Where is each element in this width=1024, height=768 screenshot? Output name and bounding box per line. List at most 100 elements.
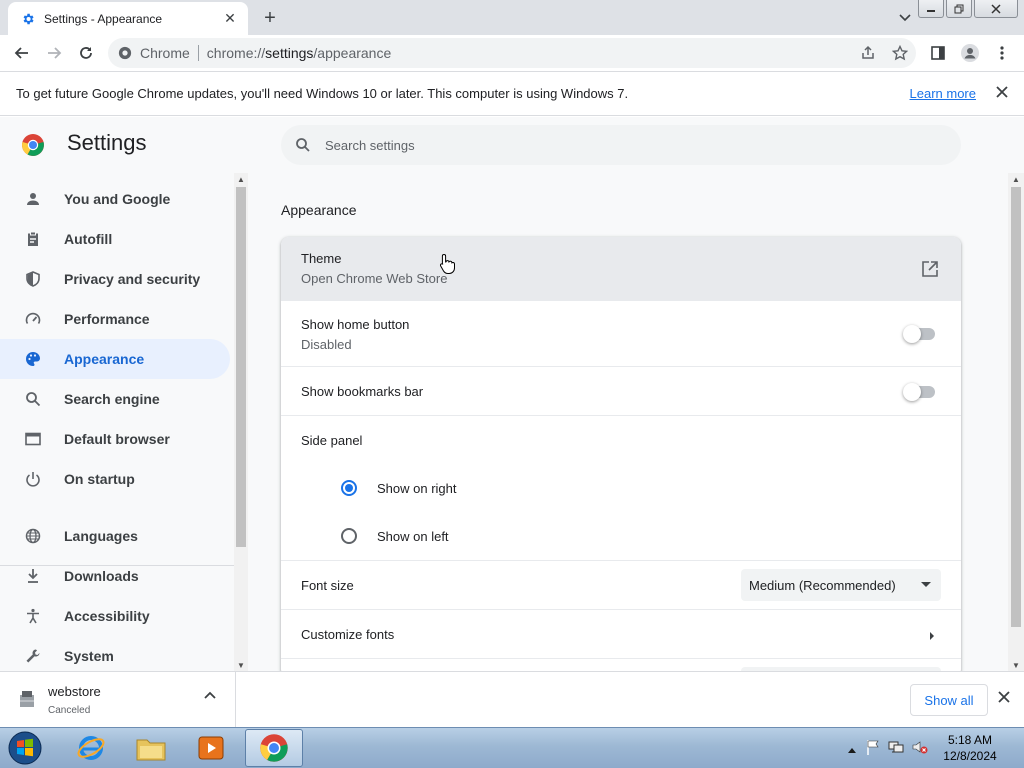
kebab-menu-icon[interactable] [986, 37, 1018, 69]
address-bar[interactable]: Chrome chrome://settings/appearance [108, 38, 916, 68]
show-hidden-icons-icon[interactable] [848, 741, 856, 756]
download-status: Canceled [48, 705, 91, 716]
font-size-row: Font size Medium (Recommended) [281, 561, 961, 610]
url-host: settings [265, 45, 314, 61]
search-input[interactable]: Search settings [281, 125, 961, 165]
file-explorer-icon[interactable] [122, 729, 180, 767]
settings-header: Settings Search settings [0, 117, 1024, 173]
taskbar-clock[interactable]: 5:18 AM 12/8/2024 [930, 732, 1010, 764]
media-player-icon[interactable] [182, 729, 240, 767]
window-controls [916, 0, 1018, 18]
download-filename: webstore [48, 684, 101, 699]
radio-show-on-right[interactable] [341, 480, 357, 496]
close-icon[interactable] [996, 85, 1008, 103]
omnibox-divider [197, 45, 199, 61]
chevron-down-icon[interactable] [893, 6, 917, 30]
site-chip-label: Chrome [140, 45, 190, 61]
tab-settings[interactable]: Settings - Appearance ✕ [8, 2, 248, 35]
network-icon[interactable] [888, 739, 904, 758]
radio-label[interactable]: Show on right [377, 481, 457, 496]
font-size-value: Medium (Recommended) [749, 577, 896, 593]
new-tab-button[interactable]: + [258, 6, 282, 30]
close-tab-icon[interactable]: ✕ [222, 10, 238, 27]
scroll-up-arrow[interactable]: ▲ [234, 173, 248, 185]
radio-show-on-left[interactable] [341, 528, 357, 544]
sidebar-item-search-engine[interactable]: Search engine [0, 379, 230, 419]
volume-muted-icon[interactable] [912, 739, 928, 758]
download-shelf: webstore Canceled Show all [0, 671, 1024, 727]
reload-button[interactable] [70, 37, 102, 69]
sidebar-item-label: Appearance [64, 351, 145, 367]
bookmarks-bar-row[interactable]: Show bookmarks bar [281, 367, 961, 416]
internet-explorer-icon[interactable] [62, 729, 120, 767]
share-icon[interactable] [852, 37, 884, 69]
scroll-down-arrow[interactable]: ▼ [234, 659, 248, 671]
bookmarks-bar-label: Show bookmarks bar [301, 384, 424, 399]
sidebar-item-performance[interactable]: Performance [0, 299, 230, 339]
update-infobar: To get future Google Chrome updates, you… [0, 71, 1024, 116]
open-in-new-icon[interactable] [921, 260, 939, 281]
minimize-button[interactable] [918, 0, 944, 18]
home-button-row[interactable]: Show home button Disabled [281, 301, 961, 367]
action-center-flag-icon[interactable] [866, 739, 880, 758]
font-size-select[interactable]: Medium (Recommended) [741, 569, 941, 601]
scrollbar-thumb[interactable] [236, 187, 246, 547]
sidebar-item-downloads[interactable]: Downloads [0, 556, 230, 596]
profile-avatar-icon[interactable] [954, 37, 986, 69]
start-button[interactable] [4, 729, 46, 767]
bookmark-star-icon[interactable] [884, 37, 916, 69]
next-row [281, 659, 961, 671]
sidebar-item-privacy[interactable]: Privacy and security [0, 259, 230, 299]
radio-label[interactable]: Show on left [377, 529, 449, 544]
palette-icon [23, 349, 43, 369]
sidebar-item-accessibility[interactable]: Accessibility [0, 596, 230, 636]
back-button[interactable] [6, 37, 38, 69]
site-chip[interactable]: Chrome [118, 45, 190, 61]
sidebar-item-default-browser[interactable]: Default browser [0, 419, 230, 459]
show-all-button[interactable]: Show all [910, 684, 988, 716]
home-button-toggle[interactable] [903, 325, 937, 343]
sidebar-scrollbar[interactable]: ▲ ▼ [234, 173, 248, 671]
sidebar-item-label: Autofill [64, 231, 113, 247]
customize-fonts-label: Customize fonts [301, 627, 395, 642]
download-item[interactable]: webstore Canceled [0, 672, 236, 727]
theme-row[interactable]: Theme Open Chrome Web Store [281, 237, 961, 301]
clipboard-icon [23, 229, 43, 249]
close-icon[interactable] [998, 690, 1010, 708]
sidebar-item-label: Default browser [64, 431, 170, 447]
settings-page: Settings Search settings You and Google … [0, 117, 1024, 671]
sidebar-item-label: You and Google [64, 191, 171, 207]
sidebar-item-autofill[interactable]: Autofill [0, 219, 230, 259]
sidebar-item-system[interactable]: System [0, 636, 230, 671]
infobar-message: To get future Google Chrome updates, you… [16, 86, 629, 101]
hand-cursor-icon [439, 253, 457, 278]
scrollbar-thumb[interactable] [1011, 187, 1021, 627]
forward-button[interactable] [38, 37, 70, 69]
clock-time: 5:18 AM [947, 733, 993, 747]
scroll-down-arrow[interactable]: ▼ [1008, 659, 1024, 671]
sidebar-item-on-startup[interactable]: On startup [0, 459, 230, 499]
font-size-label: Font size [301, 578, 354, 593]
page-scrollbar[interactable]: ▲ ▼ [1008, 173, 1024, 671]
sidebar-item-label: Performance [64, 311, 150, 327]
side-panel-icon[interactable] [922, 37, 954, 69]
dropdown-caret-icon [921, 582, 931, 587]
bookmarks-bar-toggle[interactable] [903, 383, 937, 401]
url-path: /appearance [313, 45, 392, 61]
restore-button[interactable] [946, 0, 972, 18]
customize-fonts-row[interactable]: Customize fonts [281, 610, 961, 659]
browser-icon [23, 429, 43, 449]
section-title: Appearance [281, 202, 357, 218]
power-icon [23, 469, 43, 489]
close-window-button[interactable] [974, 0, 1018, 18]
scroll-up-arrow[interactable]: ▲ [1008, 173, 1024, 185]
chrome-taskbar-icon[interactable] [245, 729, 303, 767]
chevron-up-icon[interactable] [204, 690, 216, 705]
learn-more-link[interactable]: Learn more [910, 86, 976, 101]
search-icon [23, 389, 43, 409]
sidebar-item-you-and-google[interactable]: You and Google [0, 179, 230, 219]
sidebar-item-languages[interactable]: Languages [0, 516, 230, 556]
url-text[interactable]: chrome://settings/appearance [207, 45, 391, 61]
shield-icon [23, 269, 43, 289]
sidebar-item-appearance[interactable]: Appearance [0, 339, 230, 379]
